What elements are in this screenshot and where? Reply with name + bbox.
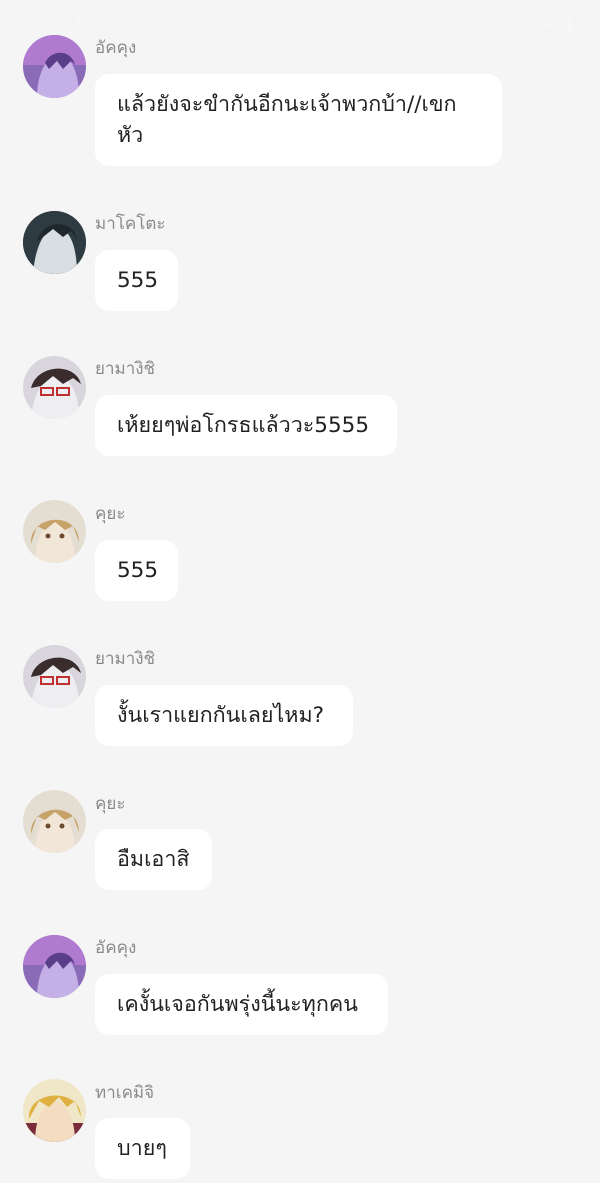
avatar[interactable] [23, 790, 86, 853]
message-bubble[interactable]: แล้วยังจะขำกันอีกนะเจ้าพวกบ้า//เขกหัว [95, 74, 502, 166]
phone-icon: ✆ [98, 16, 112, 33]
message-bubble[interactable]: บายๆ [95, 1118, 190, 1179]
sender-name: คุยะ [95, 794, 126, 814]
avatar[interactable] [23, 500, 86, 563]
message-bubble[interactable]: เห้ยยๆพ่อโกรธแล้ววะ5555 [95, 395, 397, 456]
sender-name: ยามางิชิ [95, 359, 156, 379]
message-bubble[interactable]: 555 [95, 540, 178, 601]
signal-icon: ▲ [541, 14, 558, 31]
avatar[interactable] [23, 211, 86, 274]
status-icons-left: ✆ ● • [98, 14, 147, 34]
dot-icon: • [141, 14, 147, 31]
avatar[interactable] [23, 356, 86, 419]
message-bubble[interactable]: 555 [95, 250, 178, 311]
sender-name: มาโคโตะ [95, 214, 166, 234]
sender-name: อัคคุง [95, 938, 137, 958]
avatar[interactable] [23, 35, 86, 98]
avatar[interactable] [23, 1079, 86, 1142]
avatar[interactable] [23, 935, 86, 998]
status-icons-right: ≈ ▲ ▮ [525, 14, 574, 34]
sender-name: ยามางิชิ [95, 649, 156, 669]
status-bar: 21:51 ✆ ● • ≈ ▲ ▮ [0, 0, 600, 44]
avatar[interactable] [23, 645, 86, 708]
sender-name: คุยะ [95, 504, 126, 524]
message-bubble[interactable]: งั้นเราแยกกันเลยไหม? [95, 685, 353, 746]
message-bubble[interactable]: อืมเอาสิ [95, 829, 212, 890]
sender-name: อัคคุง [95, 38, 137, 58]
battery-icon: ▮ [565, 16, 574, 33]
person-icon: ● [121, 14, 132, 31]
message-bubble[interactable]: เคงั้นเจอกันพรุ่งนี้นะทุกคน [95, 974, 388, 1035]
wifi-icon: ≈ [524, 14, 534, 31]
status-time: 21:51 [30, 11, 86, 34]
sender-name: ทาเคมิจิ [95, 1083, 155, 1103]
